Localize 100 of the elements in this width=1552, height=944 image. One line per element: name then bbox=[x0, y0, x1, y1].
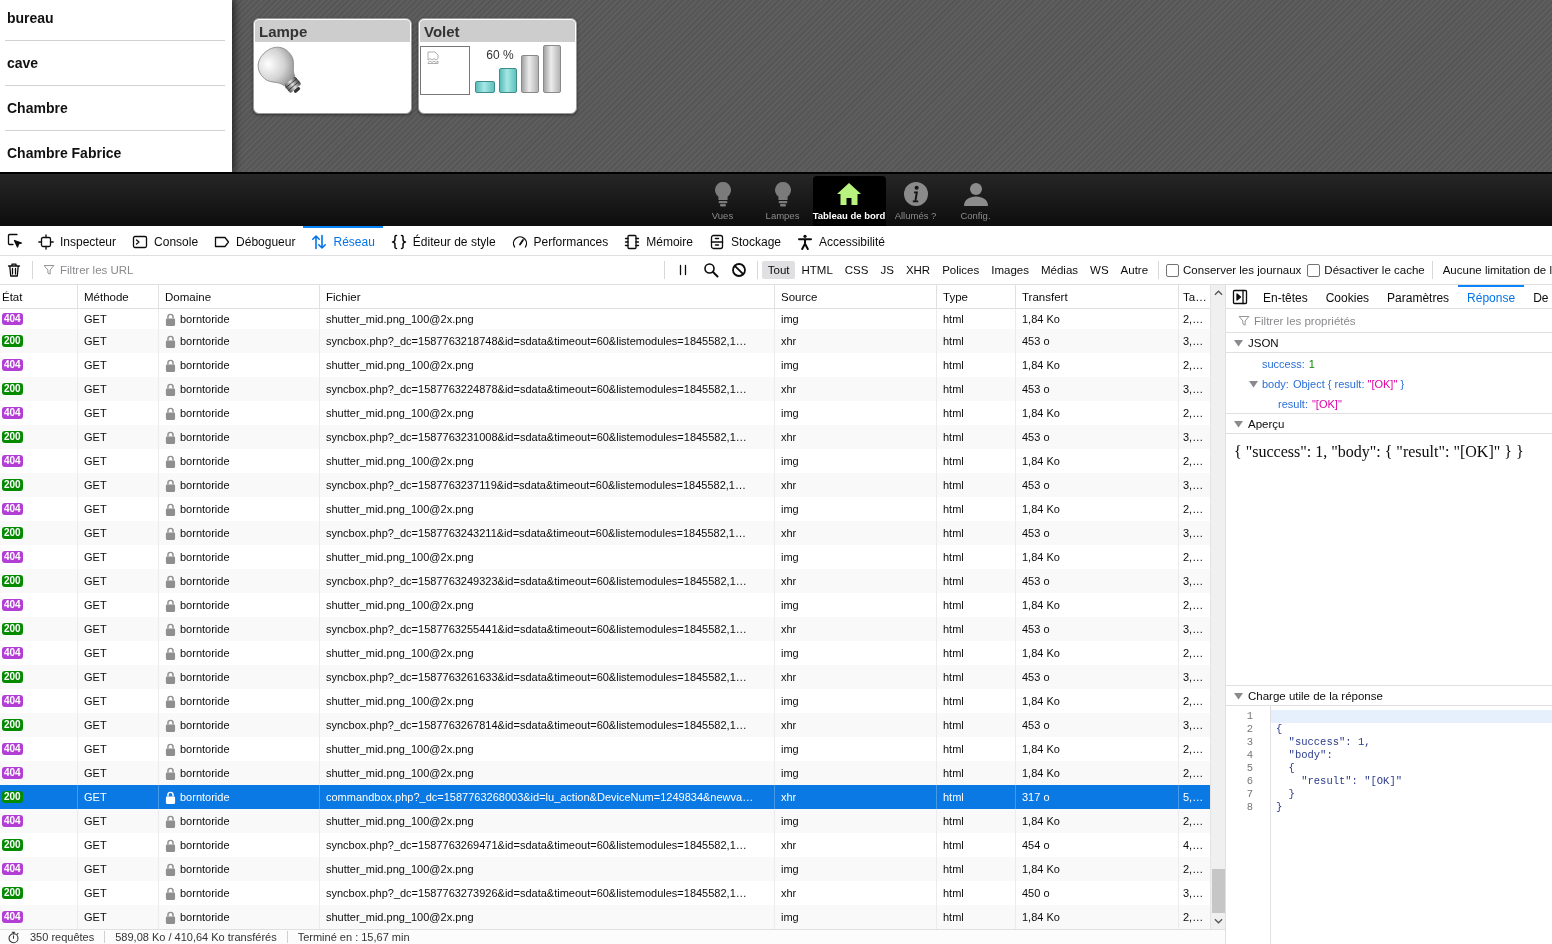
status-badge: 200 bbox=[2, 839, 23, 851]
sidebar-panel-icon bbox=[1232, 288, 1248, 305]
column-header[interactable]: Fichier bbox=[320, 285, 775, 308]
panel-tab[interactable]: De bbox=[1524, 285, 1549, 308]
filter-button[interactable]: Autre bbox=[1114, 261, 1155, 279]
column-header[interactable]: Type bbox=[937, 285, 1016, 308]
request-row[interactable]: 200 GET borntoride syncbox.php?_dc=1587763255441&id=sdata&timeout=60&listemodules=1845582,1… xhr html 453 o 3,… bbox=[0, 617, 1210, 641]
method-text: GET bbox=[84, 815, 107, 827]
request-row[interactable]: 200 GET borntoride syncbox.php?_dc=1587763237119&id=sdata&timeout=60&listemodules=1845582,1… xhr html 453 o 3,… bbox=[0, 473, 1210, 497]
request-row[interactable]: 200 GET borntoride syncbox.php?_dc=1587763231008&id=sdata&timeout=60&listemodules=1845582,1… xhr html 453 o 3,… bbox=[0, 425, 1210, 449]
file-name: shutter_mid.png_100@2x.png bbox=[326, 767, 474, 779]
checkbox-option[interactable]: Désactiver le cache bbox=[1304, 263, 1428, 277]
request-row[interactable]: 200 GET borntoride syncbox.php?_dc=1587763267814&id=sdata&timeout=60&listemodules=1845582,1… xhr html 453 o 3,… bbox=[0, 713, 1210, 737]
nav-button[interactable]: Allumés ? bbox=[885, 174, 946, 226]
request-row[interactable]: 200 GET borntoride syncbox.php?_dc=1587763218748&id=sdata&timeout=60&listemodules=1845582,1… xhr html 453 o 3,… bbox=[0, 329, 1210, 353]
properties-filter-field[interactable]: Filtrer les propriétés bbox=[1254, 310, 1552, 331]
panel-tab[interactable]: Cookies bbox=[1316, 285, 1379, 308]
code-line: "body": bbox=[1287, 749, 1334, 762]
method-text: GET bbox=[84, 767, 107, 779]
section-header[interactable]: Charge utile de la réponse bbox=[1226, 685, 1552, 706]
checkbox-option[interactable]: Conserver les journaux bbox=[1163, 263, 1305, 277]
sidebar-item[interactable]: Chambre Fabrice bbox=[5, 131, 225, 171]
request-row[interactable]: 404 GET borntoride shutter_mid.png_100@2x.png img html 1,84 Ko 2,… bbox=[0, 809, 1210, 833]
lock-icon bbox=[165, 790, 176, 804]
request-row[interactable]: 200 GET borntoride syncbox.php?_dc=1587763243211&id=sdata&timeout=60&listemodules=1845582,1… xhr html 453 o 3,… bbox=[0, 521, 1210, 545]
column-header[interactable]: Transfert bbox=[1016, 285, 1179, 308]
request-row[interactable]: 200 GET borntoride syncbox.php?_dc=1587763249323&id=sdata&timeout=60&listemodules=1845582,1… xhr html 453 o 3,… bbox=[0, 569, 1210, 593]
column-header[interactable]: Méthode bbox=[78, 285, 159, 308]
column-header[interactable]: Source bbox=[775, 285, 937, 308]
filter-button[interactable]: WS bbox=[1084, 261, 1115, 279]
filter-button[interactable]: Images bbox=[985, 261, 1035, 279]
devtools-tab[interactable]: Réseau bbox=[303, 226, 383, 255]
disclosure-triangle-icon[interactable] bbox=[1249, 380, 1258, 388]
panel-tab[interactable]: Paramètres bbox=[1378, 285, 1459, 308]
panel-tab[interactable]: En-têtes bbox=[1254, 285, 1317, 308]
code-line: "result": "[OK]" bbox=[1300, 775, 1404, 788]
value-text: 5,… bbox=[1183, 791, 1204, 803]
throttling-menu[interactable]: Aucune limitation de l bbox=[1436, 264, 1552, 276]
filter-button[interactable]: JS bbox=[874, 261, 900, 279]
nav-button[interactable]: Vues bbox=[692, 174, 753, 226]
domain-name: borntoride bbox=[180, 383, 230, 395]
devtools-tab[interactable]: Stockage bbox=[700, 226, 789, 255]
devtools-tab[interactable]: Console bbox=[124, 226, 207, 255]
nav-button[interactable]: Tableau de bord bbox=[812, 176, 886, 226]
request-row[interactable]: 200 GET borntoride commandbox.php?_dc=1587763268003&id=lu_action&DeviceNum=1249834&newva… xhr html 317 o 5,… bbox=[0, 785, 1210, 809]
transfer-size: 1,84 Ko bbox=[1022, 503, 1060, 515]
request-row[interactable]: 404 GET borntoride shutter_mid.png_100@2x.png img html 1,84 Ko 2,… bbox=[0, 905, 1210, 929]
sidebar-item[interactable]: Chambre bbox=[5, 86, 225, 131]
devtools-tab[interactable]: Mémoire bbox=[616, 226, 701, 255]
checkbox[interactable] bbox=[1166, 263, 1180, 277]
filter-button[interactable]: Tout bbox=[761, 261, 796, 279]
devtools-tab[interactable]: Accessibilité bbox=[789, 226, 894, 255]
widget-card[interactable]: Volet 60 % bbox=[418, 18, 577, 114]
json-value: Object { result: "[OK]" } bbox=[1292, 378, 1405, 390]
devtools-tab[interactable]: Éditeur de style bbox=[382, 226, 504, 255]
lock-icon bbox=[165, 646, 176, 660]
transfer-size: 1,84 Ko bbox=[1022, 647, 1060, 659]
filter-button[interactable]: CSS bbox=[838, 261, 875, 279]
section-header[interactable]: JSON bbox=[1226, 332, 1552, 353]
home-icon bbox=[836, 181, 862, 207]
panel-tab[interactable]: Réponse bbox=[1458, 285, 1525, 308]
column-header[interactable]: Ta… bbox=[1179, 285, 1210, 308]
column-header[interactable]: État bbox=[0, 285, 78, 308]
checkbox[interactable] bbox=[1307, 263, 1321, 277]
request-row[interactable]: 200 GET borntoride syncbox.php?_dc=1587763261633&id=sdata&timeout=60&listemodules=1845582,1… xhr html 453 o 3,… bbox=[0, 665, 1210, 689]
type-text: html bbox=[943, 551, 964, 563]
domain-name: borntoride bbox=[180, 431, 230, 443]
filter-button[interactable]: XHR bbox=[899, 261, 937, 279]
devtools-tab[interactable]: Débogueur bbox=[206, 226, 304, 255]
filter-button[interactable]: HTML bbox=[795, 261, 839, 279]
nav-button[interactable]: Config. bbox=[945, 174, 1006, 226]
devtools-tab[interactable]: Inspecteur bbox=[30, 226, 125, 255]
request-row[interactable]: 200 GET borntoride syncbox.php?_dc=1587763224878&id=sdata&timeout=60&listemodules=1845582,1… xhr html 453 o 3,… bbox=[0, 377, 1210, 401]
method-text: GET bbox=[84, 791, 107, 803]
search-icon bbox=[702, 262, 719, 278]
nav-button[interactable]: Lampes bbox=[752, 174, 813, 226]
domain-name: borntoride bbox=[180, 527, 230, 539]
column-header[interactable]: Domaine bbox=[159, 285, 320, 308]
scrollbar[interactable] bbox=[1210, 285, 1225, 929]
section-header[interactable]: Aperçu bbox=[1226, 413, 1552, 434]
devtools-tab[interactable]: Performances bbox=[503, 226, 617, 255]
status-badge: 200 bbox=[2, 719, 23, 731]
file-name: syncbox.php?_dc=1587763261633&id=sdata&timeout=60&listemodules=1845582,1… bbox=[326, 671, 747, 683]
sidebar-item[interactable]: bureau bbox=[5, 0, 225, 41]
transfer-size: 453 o bbox=[1022, 479, 1050, 491]
value-text: 2,… bbox=[1183, 455, 1204, 467]
line-number: 1 bbox=[1245, 710, 1254, 723]
url-filter-field[interactable]: Filtrer les URL bbox=[60, 260, 660, 280]
source-text: img bbox=[781, 313, 799, 325]
widget-card[interactable]: Lampe bbox=[253, 18, 412, 114]
value-text: 2,… bbox=[1183, 551, 1204, 563]
lock-icon bbox=[165, 478, 176, 492]
filter-button[interactable]: Médias bbox=[1034, 261, 1085, 279]
type-text: html bbox=[943, 335, 964, 347]
sidebar-item[interactable]: cave bbox=[5, 41, 225, 86]
filter-button[interactable]: Polices bbox=[936, 261, 986, 279]
request-row[interactable]: 404 GET borntoride shutter_mid.png_100@2x.png img html 1,84 Ko 2,… bbox=[0, 761, 1210, 785]
transfer-size: 1,84 Ko bbox=[1022, 695, 1060, 707]
scrollbar-thumb[interactable] bbox=[1211, 869, 1225, 913]
request-row[interactable]: 404 GET borntoride shutter_mid.png_100@2x.png img html 1,84 Ko 2,… bbox=[0, 857, 1210, 881]
